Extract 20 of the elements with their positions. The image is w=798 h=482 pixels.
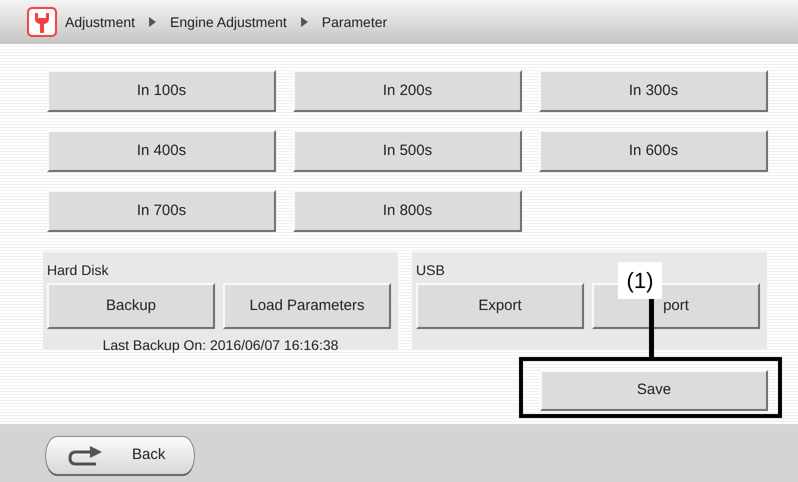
callout-label: (1)	[618, 262, 662, 299]
range-button[interactable]: In 100s	[47, 70, 276, 112]
panel-button[interactable]: Load Parameters	[223, 283, 391, 329]
breadcrumb-item[interactable]: Parameter	[322, 12, 388, 32]
save-button[interactable]: Save	[540, 370, 768, 411]
panel-title: Hard Disk	[47, 261, 110, 280]
panel-button[interactable]: Backup	[47, 283, 215, 329]
breadcrumb-item[interactable]: Adjustment	[65, 12, 136, 32]
back-button[interactable]: Back	[45, 436, 195, 476]
breadcrumb-item[interactable]: Engine Adjustment	[170, 12, 287, 32]
range-button[interactable]: In 400s	[47, 130, 276, 172]
last-backup-text: Last Backup On: 2016/06/07 16:16:38	[102, 336, 340, 355]
range-button[interactable]: In 200s	[293, 70, 522, 112]
range-button[interactable]: In 600s	[539, 130, 768, 172]
range-button[interactable]: In 700s	[47, 190, 276, 232]
panel-button[interactable]: Export	[416, 283, 584, 329]
range-button[interactable]: In 300s	[539, 70, 768, 112]
panel-title: USB	[416, 261, 446, 280]
range-button[interactable]: In 800s	[293, 190, 522, 232]
range-button[interactable]: In 500s	[293, 130, 522, 172]
